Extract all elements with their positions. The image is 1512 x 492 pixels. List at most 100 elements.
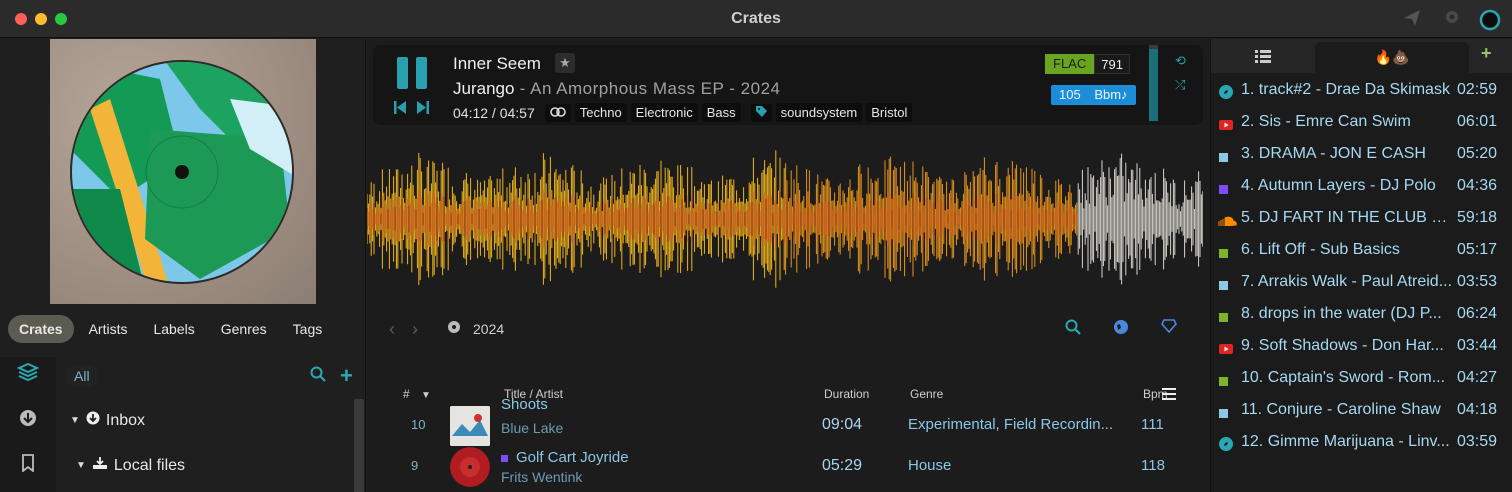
queue-item-title: 10. Captain's Sword - Rom... <box>1241 369 1446 386</box>
queue-item-title: 11. Conjure - Caroline Shaw <box>1241 401 1441 418</box>
tree-item-local-files[interactable]: ▼ Local files <box>76 456 185 475</box>
add-playlist-button[interactable]: + <box>1481 43 1492 64</box>
release-info[interactable]: - An Amorphous Mass EP - 2024 <box>514 79 780 98</box>
app-window: Crates Crates Artists Labels Genres Tags… <box>0 0 1512 492</box>
column-menu-icon[interactable] <box>1162 388 1176 403</box>
column-header-num[interactable]: # ▼ <box>403 387 431 401</box>
track-duration: 05:29 <box>822 457 863 474</box>
queue-item-title: 6. Lift Off - Sub Basics <box>1241 241 1400 258</box>
queue-item[interactable]: 3. DRAMA - JON E CASH 05:20 <box>1211 139 1512 171</box>
download-icon[interactable] <box>16 409 40 433</box>
add-crate-icon[interactable]: + <box>340 363 353 389</box>
next-track-button[interactable] <box>417 101 429 117</box>
bpm-value: 105 <box>1059 87 1081 102</box>
queue-item[interactable]: 7. Arrakis Walk - Paul Atreid... 03:53 <box>1211 267 1512 299</box>
tab-crates[interactable]: Crates <box>8 315 74 343</box>
status-ring-icon[interactable] <box>1479 9 1501 31</box>
expand-triangle-icon[interactable]: ▼ <box>70 415 80 426</box>
crates-icon[interactable] <box>16 362 40 387</box>
download-tray-icon <box>92 456 108 475</box>
pause-button[interactable] <box>397 57 427 89</box>
shuffle-icon[interactable]: ⤮ <box>1175 77 1185 93</box>
track-artist[interactable]: Blue Lake <box>501 420 563 436</box>
crate-filter-row: All + <box>56 357 366 397</box>
queue-item-duration: 03:53 <box>1456 273 1497 290</box>
download-circle-icon <box>86 411 100 430</box>
queue-item-duration: 03:44 <box>1456 337 1497 354</box>
queue-item[interactable]: 2. Sis - Emre Can Swim 06:01 <box>1211 107 1512 139</box>
favorite-star-icon[interactable]: ★ <box>555 53 575 73</box>
search-icon[interactable] <box>1065 319 1081 340</box>
queue-item[interactable]: 12. Gimme Marijuana - Linv... 03:59 <box>1211 427 1512 459</box>
track-title: Golf Cart Joyride <box>516 449 629 466</box>
track-title-wrap: Golf Cart Joyride <box>501 449 629 466</box>
genre-link-icon <box>544 103 571 122</box>
compass-source-icon <box>1219 85 1233 99</box>
tree-item-inbox[interactable]: ▼ Inbox <box>70 411 145 430</box>
window-title: Crates <box>731 10 781 27</box>
tab-queue-list[interactable] <box>1211 39 1315 73</box>
bandcamp-source-icon <box>501 454 508 462</box>
track-thumbnail <box>450 447 490 487</box>
previous-track-button[interactable] <box>394 101 406 117</box>
playback-time: 04:12 / 04:57 <box>453 104 535 121</box>
tab-hot-playlist[interactable]: 🔥💩 <box>1315 42 1469 73</box>
globe-icon[interactable] <box>1113 319 1129 340</box>
beatport-source-icon <box>1219 245 1233 258</box>
genre-tag[interactable]: Electronic <box>630 103 698 122</box>
tree-item-label: Inbox <box>105 411 146 429</box>
queue-item[interactable]: 9. Soft Shadows - Don Har... 03:44 <box>1211 331 1512 363</box>
tree-item-label: Local files <box>113 456 186 474</box>
genre-tag[interactable]: Bass <box>701 103 741 122</box>
column-header-duration[interactable]: Duration <box>824 387 869 401</box>
queue-item-duration: 04:18 <box>1456 401 1497 418</box>
track-artist[interactable]: Jurango <box>453 79 514 98</box>
current-filter-year: 2024 <box>473 321 505 337</box>
key-value: Bbm♪ <box>1094 87 1128 102</box>
queue-item[interactable]: 6. Lift Off - Sub Basics 05:17 <box>1211 235 1512 267</box>
table-row[interactable]: 9 Golf Cart Joyride Frits Wentink 05:29 … <box>367 445 1209 489</box>
table-row[interactable]: 10 Shoots Blue Lake 09:04 Experimental, … <box>367 396 1209 448</box>
track-bpm: 118 <box>1141 457 1165 474</box>
file-source-icon <box>1219 405 1233 418</box>
expand-triangle-icon[interactable]: ▼ <box>76 460 86 471</box>
sidebar-scrollbar[interactable] <box>354 399 364 492</box>
gear-icon[interactable] <box>1442 9 1462 29</box>
queue-item-duration: 06:24 <box>1456 305 1497 322</box>
track-title: Inner Seem <box>453 54 541 73</box>
track-artist-line: Jurango - An Amorphous Mass EP - 2024 <box>453 79 780 99</box>
genre-tag[interactable]: Techno <box>574 103 627 122</box>
label-tag[interactable]: soundsystem <box>775 103 863 122</box>
diamond-icon[interactable] <box>1161 319 1177 338</box>
repeat-icon[interactable]: ⟲ <box>1175 53 1186 69</box>
tab-tags[interactable]: Tags <box>282 315 334 343</box>
forward-arrow-icon[interactable]: › <box>412 319 418 340</box>
search-icon[interactable] <box>310 366 326 387</box>
queue-item[interactable]: 11. Conjure - Caroline Shaw 04:18 <box>1211 395 1512 427</box>
tab-genres[interactable]: Genres <box>210 315 278 343</box>
track-genre: Experimental, Field Recordin... <box>908 416 1114 433</box>
label-tag-icon <box>750 103 772 122</box>
queue-item[interactable]: 5. DJ FART IN THE CLUB w... 59:18 <box>1211 203 1512 235</box>
queue-item-duration: 04:36 <box>1456 177 1497 194</box>
track-title: Shoots <box>501 396 548 413</box>
column-header-genre[interactable]: Genre <box>910 387 943 401</box>
queue-item[interactable]: 10. Captain's Sword - Rom... 04:27 <box>1211 363 1512 395</box>
waveform[interactable] <box>367 147 1203 291</box>
queue-item-duration: 03:59 <box>1456 433 1497 450</box>
tab-artists[interactable]: Artists <box>78 315 139 343</box>
track-artist[interactable]: Frits Wentink <box>501 469 582 485</box>
label-tag[interactable]: Bristol <box>866 103 913 122</box>
filter-all[interactable]: All <box>66 365 98 387</box>
tab-labels[interactable]: Labels <box>142 315 205 343</box>
bookmark-icon[interactable] <box>16 454 40 478</box>
back-arrow-icon[interactable]: ‹ <box>389 319 395 340</box>
paper-plane-icon[interactable] <box>1402 9 1422 29</box>
queue-item-title: 4. Autumn Layers - DJ Polo <box>1241 177 1436 194</box>
queue-item[interactable]: 4. Autumn Layers - DJ Polo 04:36 <box>1211 171 1512 203</box>
queue-item[interactable]: 1. track#2 - Drae Da Skimask 02:59 <box>1211 75 1512 107</box>
queue-item[interactable]: 8. drops in the water (DJ P... 06:24 <box>1211 299 1512 331</box>
bandcamp-source-icon <box>1219 181 1233 194</box>
queue-panel: 🔥💩 + 1. track#2 - Drae Da Skimask 02:59 2.… <box>1210 39 1512 492</box>
queue-item-title: 9. Soft Shadows - Don Har... <box>1241 337 1444 354</box>
